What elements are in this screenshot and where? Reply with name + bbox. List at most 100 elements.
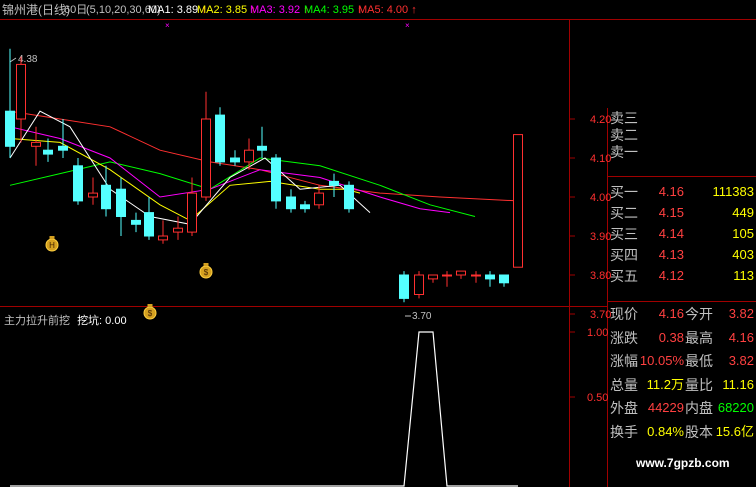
ma4-legend: MA4: 3.95 ↑ xyxy=(304,3,363,17)
candle xyxy=(5,48,15,158)
stat-value-left: 4.16 xyxy=(658,306,684,321)
stat-value-right: 4.16 xyxy=(728,329,754,345)
candle xyxy=(471,271,481,283)
ma5-label: MA5: xyxy=(358,4,384,16)
candle xyxy=(116,177,126,236)
indicator-line xyxy=(10,331,518,487)
buy-row-2[interactable]: 买三 4.14 105 xyxy=(607,224,756,244)
candle-body xyxy=(485,274,495,280)
ma5-arrow-icon: ↑ xyxy=(411,4,417,16)
sell-row-2[interactable]: 卖一 xyxy=(607,144,756,161)
candle xyxy=(485,271,495,287)
ma2-legend: MA2: 3.85 ↑ xyxy=(197,3,256,17)
stat-value-left: 44229 xyxy=(647,400,684,415)
stat-label-right: 内盘 xyxy=(685,400,713,416)
sell-row-0[interactable]: 卖三 xyxy=(607,110,756,127)
indicator-name: 主力拉升前挖 xyxy=(4,315,70,327)
stat-row-1: 涨跌 0.38 最高 4.16 xyxy=(607,328,756,348)
ma3-legend: MA3: 3.92 ↑ xyxy=(250,3,309,17)
ma4-value: 3.95 xyxy=(332,4,355,16)
stock-title: 锦州港(日线) xyxy=(2,3,70,17)
stat-label-left: 总量 xyxy=(610,376,638,393)
ma3-label: MA3: xyxy=(250,4,276,16)
ma4-label: MA4: xyxy=(304,4,330,16)
ma-line xyxy=(9,110,519,202)
quote-divider-line xyxy=(607,176,756,177)
candlesticks xyxy=(5,48,523,303)
candle-body xyxy=(144,212,154,237)
sell-label: 卖一 xyxy=(610,144,638,160)
signal-icons: H $ $ × × xyxy=(45,21,410,320)
candle xyxy=(399,271,409,303)
stat-value-left: 11.2万 xyxy=(646,376,684,392)
indicator-axis-label: 0.50 xyxy=(587,392,608,404)
buy-price: 4.12 xyxy=(658,268,684,283)
stat-value-left: 0.84% xyxy=(647,423,684,439)
candle-body xyxy=(158,235,168,241)
buy-price: 4.16 xyxy=(658,184,684,199)
buy-volume: 449 xyxy=(732,205,754,220)
buy-volume: 403 xyxy=(732,247,754,262)
money-bag-neck xyxy=(203,263,209,266)
max-price-pointer xyxy=(9,50,17,63)
candle-body xyxy=(271,157,281,202)
period-label: 60日 xyxy=(64,4,88,16)
candle xyxy=(215,107,225,166)
money-bag-symbol: H xyxy=(49,241,55,250)
stat-value-right: 3.82 xyxy=(728,306,754,321)
indicator-panel: 1.00 0.50 xyxy=(10,327,608,487)
candle-body xyxy=(329,180,339,186)
buy-row-1[interactable]: 买二 4.15 449 xyxy=(607,203,756,223)
ma1-value: 3.89 xyxy=(176,4,199,16)
candle xyxy=(101,165,111,217)
candle xyxy=(442,271,452,287)
candle xyxy=(513,134,523,268)
sell-row-1[interactable]: 卖二 xyxy=(607,127,756,144)
quote-divider-line xyxy=(607,301,756,302)
stat-value-right: 3.82 xyxy=(728,353,754,368)
marker-x-icon: × xyxy=(405,21,410,30)
candle xyxy=(173,216,183,240)
candle-body xyxy=(399,274,409,299)
buy-label: 买二 xyxy=(610,205,638,221)
buy-row-3[interactable]: 买四 4.13 403 xyxy=(607,245,756,265)
min-price-label: 3.70 xyxy=(412,311,432,322)
buy-price: 4.13 xyxy=(658,247,684,262)
candle-body xyxy=(215,114,225,163)
candle xyxy=(329,173,339,197)
candle-body xyxy=(471,274,481,277)
stat-row-5: 换手 0.84% 股本 15.6亿 xyxy=(607,422,756,442)
candle xyxy=(271,154,281,209)
candle-body xyxy=(344,184,354,210)
candle xyxy=(499,274,509,287)
money-bag-symbol: $ xyxy=(148,309,153,318)
buy-row-0[interactable]: 买一 4.16 111383 xyxy=(607,182,756,202)
candle xyxy=(144,197,154,240)
stat-value-right: 15.6亿 xyxy=(715,423,754,439)
candle xyxy=(344,181,354,213)
stat-value-left: 0.38 xyxy=(658,329,684,345)
candle xyxy=(131,212,141,233)
candle-body xyxy=(513,134,523,268)
candle xyxy=(187,177,197,236)
candle-body xyxy=(499,274,509,284)
candle-body xyxy=(88,192,98,198)
stat-row-4: 外盘 44229 内盘 68220 xyxy=(607,398,756,418)
buy-volume: 113 xyxy=(733,268,754,283)
buy-label: 买四 xyxy=(610,247,638,263)
buy-label: 买一 xyxy=(610,184,638,200)
candle-body xyxy=(314,192,324,206)
stat-row-3: 总量 11.2万 量比 11.16 xyxy=(607,375,756,395)
candle-body xyxy=(300,204,310,210)
stat-label-right: 最高 xyxy=(685,329,713,346)
stat-label-left: 涨幅 xyxy=(610,353,638,369)
candle-body xyxy=(173,227,183,233)
buy-row-4[interactable]: 买五 4.12 113 xyxy=(607,266,756,286)
ma1-label: MA1: xyxy=(148,4,174,16)
candle-body xyxy=(230,157,240,163)
candle-body xyxy=(257,145,267,151)
candle xyxy=(286,189,296,213)
candle xyxy=(88,177,98,205)
money-bag-icon: $ xyxy=(199,263,213,279)
stat-label-right: 今开 xyxy=(685,306,713,322)
